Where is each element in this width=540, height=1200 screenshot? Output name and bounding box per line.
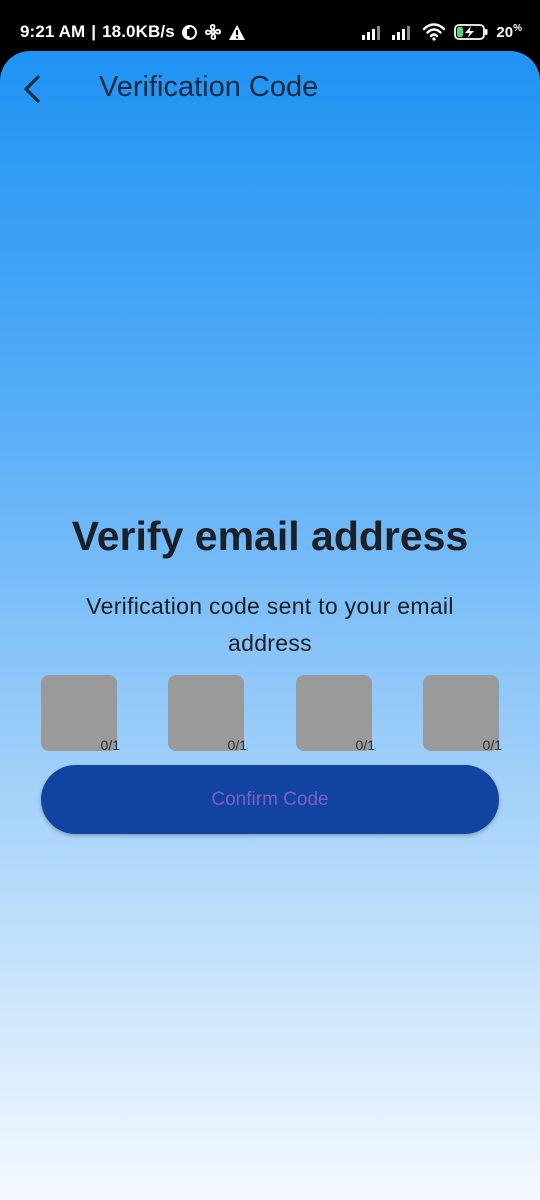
app-notification-icon [181,24,198,41]
battery-percent: 20% [496,23,522,41]
page-title: Verification Code [99,71,319,103]
status-right: 20% [362,21,522,43]
wifi-icon [422,23,446,41]
status-left: 9:21 AM | 18.0KB/s [20,21,246,43]
code-counter: 0/1 [227,737,247,753]
chevron-left-icon [24,75,40,103]
code-counter: 0/1 [355,737,375,753]
back-button[interactable] [14,69,50,109]
signal-icon [392,24,414,40]
app-bar: Verification Code [0,51,540,129]
code-counter: 0/1 [482,737,502,753]
battery-charging-icon [454,23,488,41]
warning-icon [228,24,246,41]
status-separator: | [91,22,97,41]
fan-icon [204,23,222,41]
code-counter: 0/1 [100,737,120,753]
signal-icon [362,24,384,40]
network-speed: 18.0KB/s [102,22,175,41]
subtitle: Verification code sent to your email add… [86,593,454,656]
confirm-code-label: Confirm Code [211,788,329,810]
code-input-1[interactable]: 0/1 [41,675,120,753]
code-input-3[interactable]: 0/1 [296,675,375,753]
status-time: 9:21 AM [20,22,86,41]
code-input-4[interactable]: 0/1 [423,675,502,753]
code-input-row: 0/1 0/1 0/1 0/1 [41,675,502,755]
confirm-code-button[interactable]: Confirm Code [41,765,499,834]
heading: Verify email address [71,513,469,559]
code-input-2[interactable]: 0/1 [168,675,247,753]
verification-screen: Verification Code Verify email address V… [0,51,540,1200]
